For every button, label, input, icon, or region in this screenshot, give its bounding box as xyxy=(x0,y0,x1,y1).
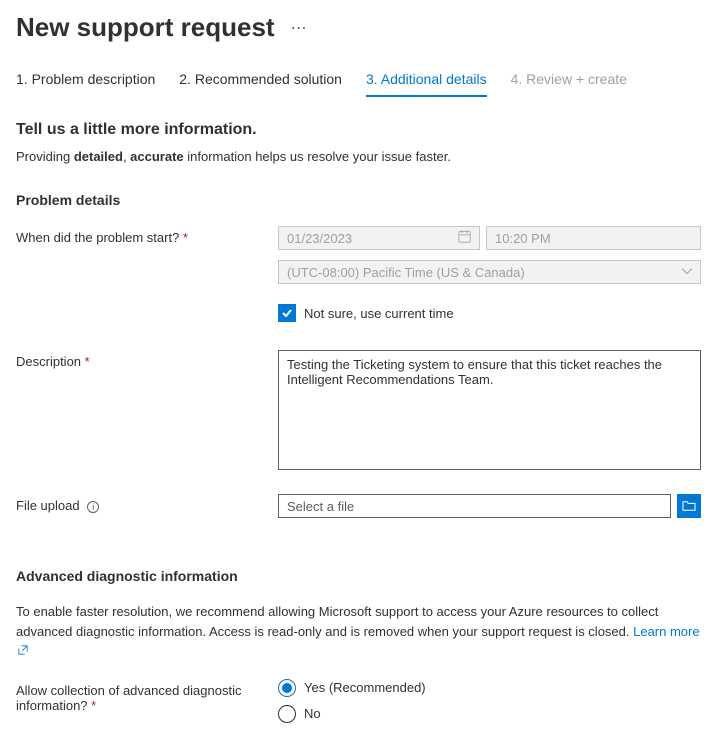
not-sure-label: Not sure, use current time xyxy=(304,306,454,321)
time-input[interactable]: 10:20 PM xyxy=(486,226,701,250)
required-indicator: * xyxy=(183,230,188,245)
when-label-text: When did the problem start? xyxy=(16,230,183,245)
external-link-icon xyxy=(18,647,28,658)
description-textarea[interactable] xyxy=(278,350,701,470)
calendar-icon xyxy=(458,230,471,246)
timezone-value: (UTC-08:00) Pacific Time (US & Canada) xyxy=(287,265,525,280)
description-label: Description * xyxy=(16,350,278,369)
radio-yes-circle xyxy=(278,679,296,697)
allow-collection-label-text: Allow collection of advanced diagnostic … xyxy=(16,683,241,713)
intro-sub-prefix: Providing xyxy=(16,149,74,164)
advanced-desc-text: To enable faster resolution, we recommen… xyxy=(16,604,658,639)
wizard-tabs: 1. Problem description 2. Recommended so… xyxy=(16,71,701,97)
intro-sub-bold2: accurate xyxy=(130,149,183,164)
file-upload-label-text: File upload xyxy=(16,498,80,513)
learn-more-link[interactable]: Learn more xyxy=(633,624,699,639)
radio-no-label: No xyxy=(304,706,321,721)
radio-yes-label: Yes (Recommended) xyxy=(304,680,426,695)
time-value: 10:20 PM xyxy=(495,231,551,246)
allow-collection-label: Allow collection of advanced diagnostic … xyxy=(16,679,278,713)
intro-sub-suffix: information helps us resolve your issue … xyxy=(184,149,451,164)
when-label: When did the problem start? * xyxy=(16,226,278,245)
advanced-description: To enable faster resolution, we recommen… xyxy=(16,602,701,661)
folder-icon xyxy=(682,500,696,512)
date-value: 01/23/2023 xyxy=(287,231,352,246)
chevron-down-icon xyxy=(682,267,692,278)
radio-yes[interactable]: Yes (Recommended) xyxy=(278,679,426,697)
timezone-select[interactable]: (UTC-08:00) Pacific Time (US & Canada) xyxy=(278,260,701,284)
tab-problem-description[interactable]: 1. Problem description xyxy=(16,71,155,97)
tab-review-create: 4. Review + create xyxy=(511,71,627,97)
radio-no-circle xyxy=(278,705,296,723)
description-label-text: Description xyxy=(16,354,85,369)
file-browse-button[interactable] xyxy=(677,494,701,518)
tab-additional-details[interactable]: 3. Additional details xyxy=(366,71,487,97)
required-indicator: * xyxy=(91,698,96,713)
required-indicator: * xyxy=(85,354,90,369)
intro-subtext: Providing detailed, accurate information… xyxy=(16,149,701,164)
file-placeholder: Select a file xyxy=(287,499,354,514)
radio-no[interactable]: No xyxy=(278,705,426,723)
tab-recommended-solution[interactable]: 2. Recommended solution xyxy=(179,71,342,97)
intro-heading: Tell us a little more information. xyxy=(16,121,701,139)
problem-details-heading: Problem details xyxy=(16,192,701,208)
not-sure-checkbox[interactable] xyxy=(278,304,296,322)
intro-sub-bold1: detailed xyxy=(74,149,123,164)
file-upload-label: File upload i xyxy=(16,494,278,513)
info-icon[interactable]: i xyxy=(87,501,99,513)
date-input[interactable]: 01/23/2023 xyxy=(278,226,480,250)
page-title: New support request xyxy=(16,12,275,43)
more-actions-button[interactable]: ⋯ xyxy=(287,14,311,42)
advanced-heading: Advanced diagnostic information xyxy=(16,568,701,584)
file-input[interactable]: Select a file xyxy=(278,494,671,518)
